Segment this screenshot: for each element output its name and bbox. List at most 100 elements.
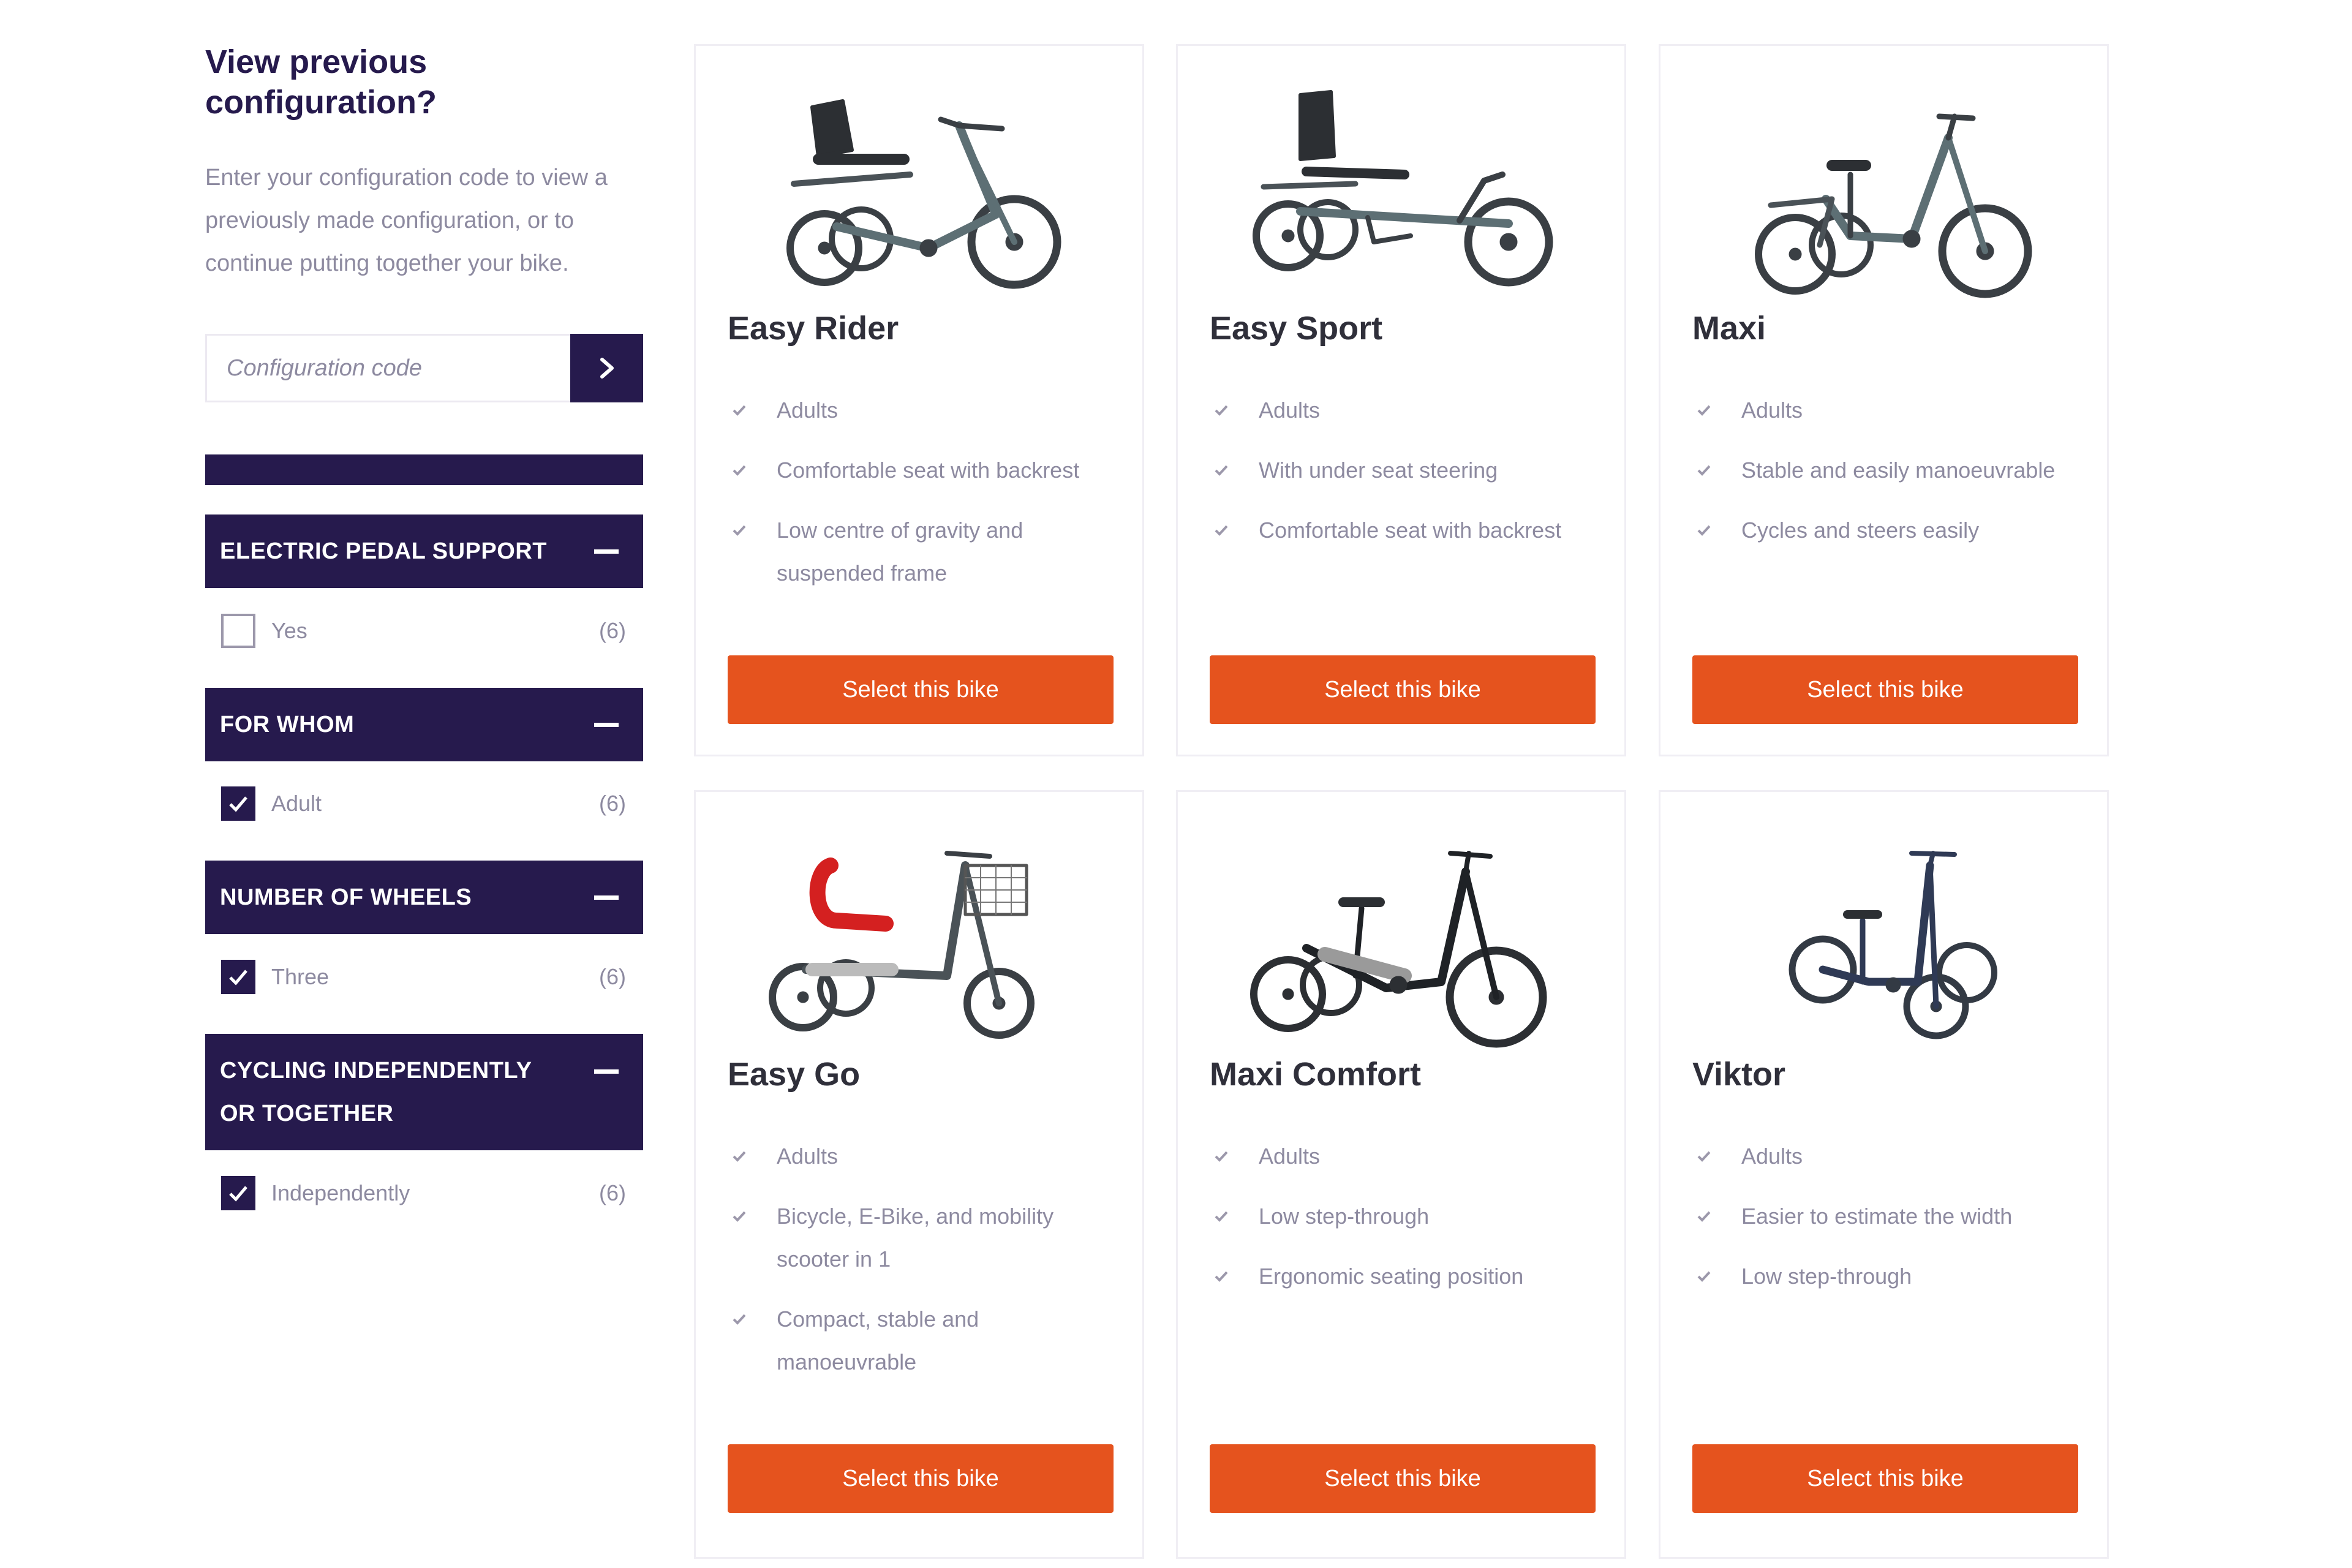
feature-list: Adults Easier to estimate the width Low … <box>1692 1135 2084 1315</box>
config-form <box>205 334 643 402</box>
checkmark-icon <box>229 1186 247 1202</box>
feature-item: Low step-through <box>1692 1255 2084 1298</box>
feature-text: Adults <box>1259 398 1321 423</box>
filter-option-count: (6) <box>599 1180 626 1205</box>
feature-text: Compact, stable and manoeuvrable <box>777 1306 979 1374</box>
feature-text: Easier to estimate the width <box>1741 1204 2013 1229</box>
select-bike-button[interactable]: Select this bike <box>1210 655 1596 724</box>
product-name: Maxi Comfort <box>1210 1056 1422 1093</box>
checkmark-icon <box>733 1151 746 1162</box>
filter-option-label: Adult <box>271 791 322 816</box>
product-card-maxi: Maxi Adults Stable and easily manoeuvrab… <box>1659 44 2109 756</box>
checkmark-icon <box>733 1314 746 1325</box>
select-bike-button[interactable]: Select this bike <box>728 1444 1114 1513</box>
filter-header-for-whom[interactable]: FOR WHOM <box>205 688 643 761</box>
filter-option-label: Three <box>271 964 330 989</box>
filter-option-count: (6) <box>599 791 626 816</box>
filter-header-electric-pedal-support[interactable]: ELECTRIC PEDAL SUPPORT <box>205 514 643 588</box>
select-bike-button[interactable]: Select this bike <box>1692 655 2078 724</box>
feature-item: Compact, stable and manoeuvrable <box>728 1298 1120 1384</box>
product-card-maxi-comfort: Maxi Comfort Adults Low step-through Erg… <box>1176 790 1626 1559</box>
feature-item: Cycles and steers easily <box>1692 509 2084 552</box>
feature-text: Low centre of gravity and suspended fram… <box>777 518 1023 586</box>
feature-item: Adults <box>1692 1135 2084 1178</box>
filter-header-label: NUMBER OF WHEELS <box>220 884 472 910</box>
feature-text: Adults <box>777 1144 839 1169</box>
filter-option-label: Independently <box>271 1180 410 1205</box>
product-card-easy-go: Easy Go Adults Bicycle, E-Bike, and mobi… <box>694 790 1144 1559</box>
feature-item: Adults <box>1210 1135 1602 1178</box>
feature-text: Low step-through <box>1259 1204 1430 1229</box>
bike-image-easy-rider <box>786 99 1061 289</box>
feature-item: Adults <box>1210 389 1602 432</box>
feature-item: Adults <box>1692 389 2084 432</box>
product-card-viktor: Viktor Adults Easier to estimate the wid… <box>1659 790 2109 1559</box>
bike-image-easy-go <box>769 851 1035 1039</box>
checkbox-unchecked[interactable] <box>221 614 255 648</box>
checkmark-icon <box>1697 1151 1711 1162</box>
feature-item: Adults <box>728 389 1120 432</box>
feature-text: Bicycle, E-Bike, and mobility scooter in… <box>777 1204 1054 1272</box>
checkmark-icon <box>1697 1271 1711 1282</box>
feature-list: Adults Stable and easily manoeuvrable Cy… <box>1692 389 2084 569</box>
checkmark-icon <box>733 465 746 476</box>
filter-header-label: FOR WHOM <box>220 712 355 737</box>
checkbox-checked[interactable] <box>221 960 255 994</box>
feature-list: Adults With under seat steering Comforta… <box>1210 389 1602 569</box>
feature-text: Adults <box>1741 1144 1803 1169</box>
filter-header-number-of-wheels[interactable]: NUMBER OF WHEELS <box>205 861 643 934</box>
select-bike-button[interactable]: Select this bike <box>1210 1444 1596 1513</box>
filter-option-three[interactable]: Three (6) <box>205 956 643 998</box>
feature-item: Stable and easily manoeuvrable <box>1692 449 2084 492</box>
feature-item: Easier to estimate the width <box>1692 1195 2084 1238</box>
checkmark-icon <box>229 796 247 812</box>
checkmark-icon <box>1215 1211 1228 1222</box>
filter-option-independently[interactable]: Independently (6) <box>205 1172 643 1215</box>
product-name: Easy Go <box>728 1056 861 1093</box>
feature-item: Comfortable seat with backrest <box>728 449 1120 492</box>
checkbox-checked[interactable] <box>221 786 255 821</box>
feature-item: Low step-through <box>1210 1195 1602 1238</box>
bike-image-maxi <box>1755 113 2032 298</box>
feature-list: Adults Comfortable seat with backrest Lo… <box>728 389 1120 612</box>
feature-text: Adults <box>1741 398 1803 423</box>
collapse-minus-icon <box>594 895 619 900</box>
checkmark-icon <box>733 405 746 416</box>
filter-option-yes[interactable]: Yes (6) <box>205 609 643 652</box>
checkmark-icon <box>1215 1271 1228 1282</box>
feature-item: Adults <box>728 1135 1120 1178</box>
product-name: Maxi <box>1692 310 1766 347</box>
select-bike-button[interactable]: Select this bike <box>728 655 1114 724</box>
chevron-right-icon <box>600 358 614 379</box>
feature-text: Adults <box>1259 1144 1321 1169</box>
feature-list: Adults Low step-through Ergonomic seatin… <box>1210 1135 1602 1315</box>
feature-text: Comfortable seat with backrest <box>1259 518 1562 543</box>
checkmark-icon <box>733 1211 746 1222</box>
bike-image-viktor <box>1789 851 1997 1039</box>
checkmark-icon <box>1215 1151 1228 1162</box>
config-title: View previous configuration? <box>205 43 437 121</box>
feature-item: Bicycle, E-Bike, and mobility scooter in… <box>728 1195 1120 1281</box>
config-description: Enter your configuration code to view a … <box>205 165 608 276</box>
checkmark-icon <box>1697 525 1711 536</box>
filter-header-cycling-independently-or-together[interactable]: CYCLING INDEPENDENTLY OR TOGETHER <box>205 1034 643 1150</box>
feature-item: Ergonomic seating position <box>1210 1255 1602 1298</box>
feature-list: Adults Bicycle, E-Bike, and mobility sco… <box>728 1135 1120 1401</box>
feature-text: Ergonomic seating position <box>1259 1264 1524 1289</box>
select-bike-button[interactable]: Select this bike <box>1692 1444 2078 1513</box>
configuration-code-input[interactable] <box>205 334 570 402</box>
feature-item: Comfortable seat with backrest <box>1210 509 1602 552</box>
filter-header-label: CYCLING INDEPENDENTLY OR TOGETHER <box>220 1058 532 1126</box>
filter-divider-bar <box>205 454 643 485</box>
feature-text: Cycles and steers easily <box>1741 518 1980 543</box>
config-submit-button[interactable] <box>570 334 643 402</box>
filter-option-count: (6) <box>599 618 626 643</box>
filter-option-adult[interactable]: Adult (6) <box>205 782 643 825</box>
feature-text: Adults <box>777 398 839 423</box>
bike-image-maxi-comfort <box>1250 851 1547 1048</box>
checkbox-checked[interactable] <box>221 1176 255 1210</box>
product-card-easy-sport: Easy Sport Adults With under seat steeri… <box>1176 44 1626 756</box>
feature-text: Comfortable seat with backrest <box>777 458 1080 483</box>
product-name: Easy Sport <box>1210 310 1383 347</box>
checkmark-icon <box>229 970 247 986</box>
